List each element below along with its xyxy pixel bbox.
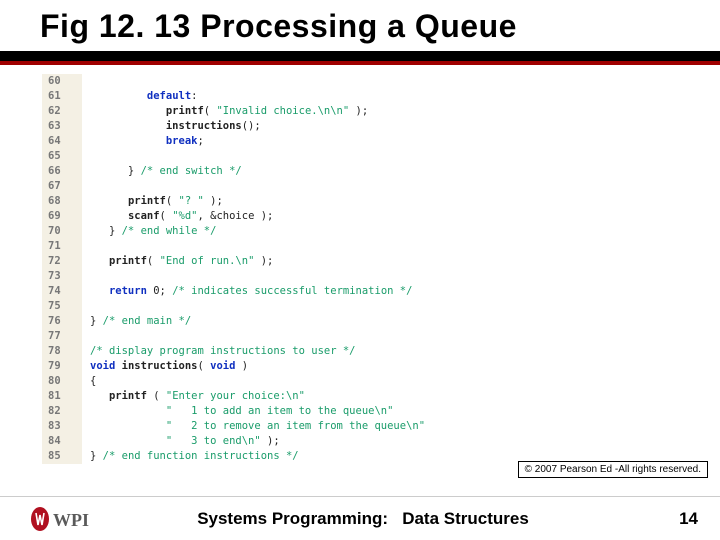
code-line: 72 printf( "End of run.\n" ); (42, 254, 702, 269)
line-number: 77 (42, 329, 82, 344)
line-number: 85 (42, 449, 82, 464)
code-line: 66 } /* end switch */ (42, 164, 702, 179)
line-number: 78 (42, 344, 82, 359)
title-underline (0, 51, 720, 61)
code-line: 61 default: (42, 89, 702, 104)
code-line: 79void instructions( void ) (42, 359, 702, 374)
code-line: 83 " 2 to remove an item from the queue\… (42, 419, 702, 434)
code-line: 75 (42, 299, 702, 314)
code-text: default: (82, 89, 198, 104)
line-number: 73 (42, 269, 82, 284)
line-number: 81 (42, 389, 82, 404)
code-text: " 3 to end\n" ); (82, 434, 280, 449)
code-line: 76} /* end main */ (42, 314, 702, 329)
page-number: 14 (670, 509, 720, 529)
code-line: 65 (42, 149, 702, 164)
code-text: /* display program instructions to user … (82, 344, 356, 359)
code-line: 82 " 1 to add an item to the queue\n" (42, 404, 702, 419)
line-number: 62 (42, 104, 82, 119)
line-number: 80 (42, 374, 82, 389)
code-text: printf( "End of run.\n" ); (82, 254, 273, 269)
code-line: 62 printf( "Invalid choice.\n\n" ); (42, 104, 702, 119)
line-number: 70 (42, 224, 82, 239)
code-listing: 6061 default:62 printf( "Invalid choice.… (42, 74, 702, 482)
code-text: " 1 to add an item to the queue\n" (82, 404, 393, 419)
code-text: break; (82, 134, 204, 149)
line-number: 84 (42, 434, 82, 449)
code-text: } /* end while */ (82, 224, 216, 239)
slide: Fig 12. 13 Processing a Queue 6061 defau… (0, 0, 720, 540)
line-number: 74 (42, 284, 82, 299)
footer: WPI Systems Programming: Data Structures… (0, 496, 720, 540)
line-number: 71 (42, 239, 82, 254)
line-number: 65 (42, 149, 82, 164)
code-text: return 0; /* indicates successful termin… (82, 284, 412, 299)
code-text: printf( "Invalid choice.\n\n" ); (82, 104, 368, 119)
code-text: printf ( "Enter your choice:\n" (82, 389, 305, 404)
line-number: 61 (42, 89, 82, 104)
code-line: 63 instructions(); (42, 119, 702, 134)
line-number: 79 (42, 359, 82, 374)
line-number: 72 (42, 254, 82, 269)
copyright-notice: © 2007 Pearson Ed -All rights reserved. (518, 461, 708, 478)
line-number: 60 (42, 74, 82, 89)
code-line: 81 printf ( "Enter your choice:\n" (42, 389, 702, 404)
code-line: 80{ (42, 374, 702, 389)
code-text: printf( "? " ); (82, 194, 223, 209)
line-number: 76 (42, 314, 82, 329)
code-line: 68 printf( "? " ); (42, 194, 702, 209)
line-number: 82 (42, 404, 82, 419)
title-redbar (0, 61, 720, 65)
code-line: 77 (42, 329, 702, 344)
code-line: 78/* display program instructions to use… (42, 344, 702, 359)
line-number: 75 (42, 299, 82, 314)
footer-course: Systems Programming: (197, 509, 388, 528)
line-number: 66 (42, 164, 82, 179)
code-text: } /* end function instructions */ (82, 449, 299, 464)
code-line: 71 (42, 239, 702, 254)
code-line: 74 return 0; /* indicates successful ter… (42, 284, 702, 299)
slide-title: Fig 12. 13 Processing a Queue (0, 0, 720, 51)
code-line: 67 (42, 179, 702, 194)
code-text: } /* end switch */ (82, 164, 242, 179)
code-text: instructions(); (82, 119, 261, 134)
line-number: 67 (42, 179, 82, 194)
footer-topic: Data Structures (402, 509, 529, 528)
code-line: 60 (42, 74, 702, 89)
line-number: 68 (42, 194, 82, 209)
code-text: { (82, 374, 96, 389)
line-number: 69 (42, 209, 82, 224)
code-line: 73 (42, 269, 702, 284)
code-text: " 2 to remove an item from the queue\n" (82, 419, 425, 434)
code-text: } /* end main */ (82, 314, 191, 329)
code-text: scanf( "%d", &choice ); (82, 209, 273, 224)
code-line: 69 scanf( "%d", &choice ); (42, 209, 702, 224)
code-text: void instructions( void ) (82, 359, 248, 374)
line-number: 63 (42, 119, 82, 134)
line-number: 83 (42, 419, 82, 434)
line-number: 64 (42, 134, 82, 149)
footer-text: Systems Programming: Data Structures (56, 509, 670, 529)
code-line: 84 " 3 to end\n" ); (42, 434, 702, 449)
code-line: 64 break; (42, 134, 702, 149)
code-line: 70 } /* end while */ (42, 224, 702, 239)
